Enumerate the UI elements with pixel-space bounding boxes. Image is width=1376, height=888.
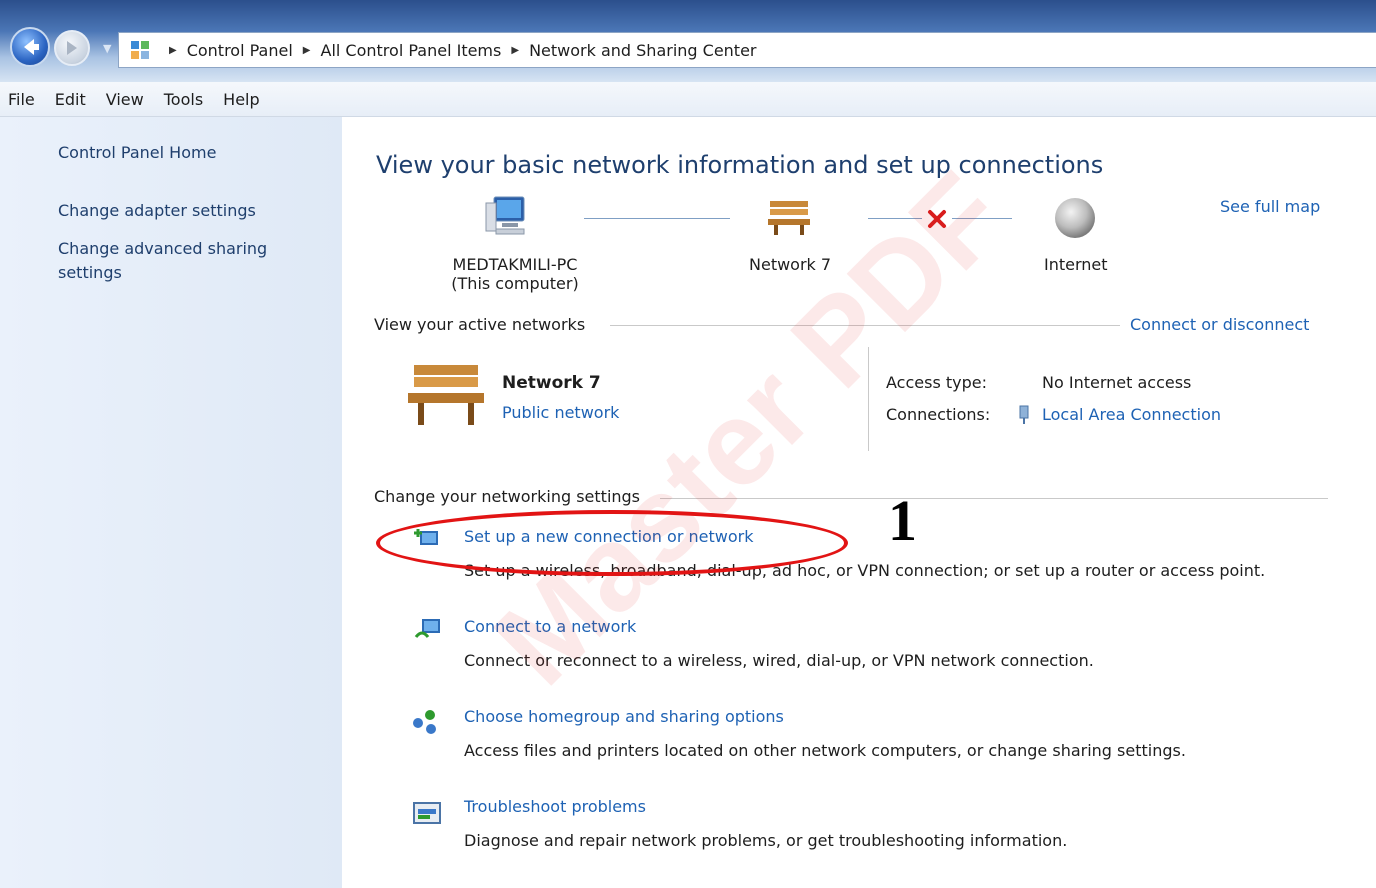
map-link-line bbox=[868, 218, 922, 219]
connect-network-icon bbox=[414, 619, 440, 638]
computer-name: MEDTAKMILI-PC bbox=[452, 255, 578, 274]
highlight-ellipse bbox=[376, 510, 848, 576]
change-settings-header: Change your networking settings bbox=[374, 487, 641, 506]
task-connect-network[interactable]: Connect to a network bbox=[464, 617, 636, 636]
step-number: 1 bbox=[888, 488, 917, 553]
page-title: View your basic network information and … bbox=[376, 151, 1104, 179]
forward-arrow-icon bbox=[67, 41, 77, 55]
menu-file[interactable]: File bbox=[8, 90, 35, 109]
task-troubleshoot-desc: Diagnose and repair network problems, or… bbox=[464, 831, 1068, 850]
breadcrumb-separator-icon[interactable]: ▶ bbox=[303, 45, 311, 56]
menu-edit[interactable]: Edit bbox=[55, 90, 86, 109]
bench-network-icon bbox=[408, 365, 484, 425]
breadcrumb-network-center[interactable]: Network and Sharing Center bbox=[529, 41, 756, 60]
menu-view[interactable]: View bbox=[106, 90, 144, 109]
section-divider bbox=[610, 325, 1120, 326]
menu-help[interactable]: Help bbox=[223, 90, 259, 109]
recent-pages-dropdown[interactable]: ▼ bbox=[103, 42, 111, 55]
main-content: View your basic network information and … bbox=[342, 117, 1376, 888]
red-x-icon bbox=[928, 210, 946, 228]
back-arrow-icon bbox=[24, 39, 39, 55]
sidebar-advanced-line2: settings bbox=[58, 263, 122, 282]
sidebar-change-adapter[interactable]: Change adapter settings bbox=[58, 199, 256, 223]
map-link-line bbox=[584, 218, 730, 219]
troubleshoot-icon bbox=[413, 802, 441, 824]
globe-icon bbox=[1055, 198, 1095, 238]
ethernet-icon bbox=[1019, 405, 1029, 424]
computer-icon bbox=[485, 196, 525, 235]
access-type-label: Access type: bbox=[886, 373, 987, 392]
back-button[interactable] bbox=[10, 27, 50, 67]
see-full-map-link[interactable]: See full map bbox=[1220, 197, 1320, 216]
map-internet-label[interactable]: Internet bbox=[1044, 255, 1108, 274]
connect-disconnect-link[interactable]: Connect or disconnect bbox=[1130, 315, 1309, 334]
section-divider bbox=[660, 498, 1328, 499]
address-box[interactable]: ▶ Control Panel ▶ All Control Panel Item… bbox=[118, 32, 1376, 68]
computer-sub: (This computer) bbox=[451, 274, 579, 293]
active-networks-header: View your active networks bbox=[374, 315, 586, 334]
homegroup-icon bbox=[413, 710, 436, 734]
task-homegroup[interactable]: Choose homegroup and sharing options bbox=[464, 707, 784, 726]
breadcrumb-all-items[interactable]: All Control Panel Items bbox=[321, 41, 502, 60]
sidebar: Control Panel Home Change adapter settin… bbox=[0, 117, 342, 888]
menu-tools[interactable]: Tools bbox=[164, 90, 203, 109]
task-connect-network-desc: Connect or reconnect to a wireless, wire… bbox=[464, 651, 1094, 670]
task-homegroup-desc: Access files and printers located on oth… bbox=[464, 741, 1186, 760]
breadcrumb-control-panel[interactable]: Control Panel bbox=[187, 41, 293, 60]
access-type-value: No Internet access bbox=[1042, 373, 1192, 392]
sidebar-advanced-line1: Change advanced sharing bbox=[58, 239, 268, 258]
map-network-label[interactable]: Network 7 bbox=[749, 255, 831, 274]
menu-bar: File Edit View Tools Help bbox=[0, 82, 1376, 117]
task-troubleshoot[interactable]: Troubleshoot problems bbox=[464, 797, 646, 816]
map-link-line bbox=[952, 218, 1012, 219]
active-network-name: Network 7 bbox=[502, 373, 601, 393]
forward-button[interactable] bbox=[54, 30, 90, 66]
bench-network-icon bbox=[768, 201, 810, 235]
vertical-divider bbox=[868, 347, 869, 451]
control-panel-icon bbox=[131, 41, 149, 59]
breadcrumb-separator-icon[interactable]: ▶ bbox=[511, 45, 519, 56]
sidebar-change-advanced-sharing[interactable]: Change advanced sharing settings bbox=[58, 237, 267, 285]
address-bar-frame: ▼ ▶ Control Panel ▶ All Control Panel It… bbox=[0, 0, 1376, 82]
local-area-connection-link[interactable]: Local Area Connection bbox=[1042, 405, 1221, 424]
breadcrumb-separator-icon[interactable]: ▶ bbox=[169, 45, 177, 56]
network-type-link[interactable]: Public network bbox=[502, 403, 619, 422]
sidebar-control-panel-home[interactable]: Control Panel Home bbox=[58, 141, 216, 165]
connections-label: Connections: bbox=[886, 405, 991, 424]
map-computer-label[interactable]: MEDTAKMILI-PC (This computer) bbox=[440, 255, 590, 293]
